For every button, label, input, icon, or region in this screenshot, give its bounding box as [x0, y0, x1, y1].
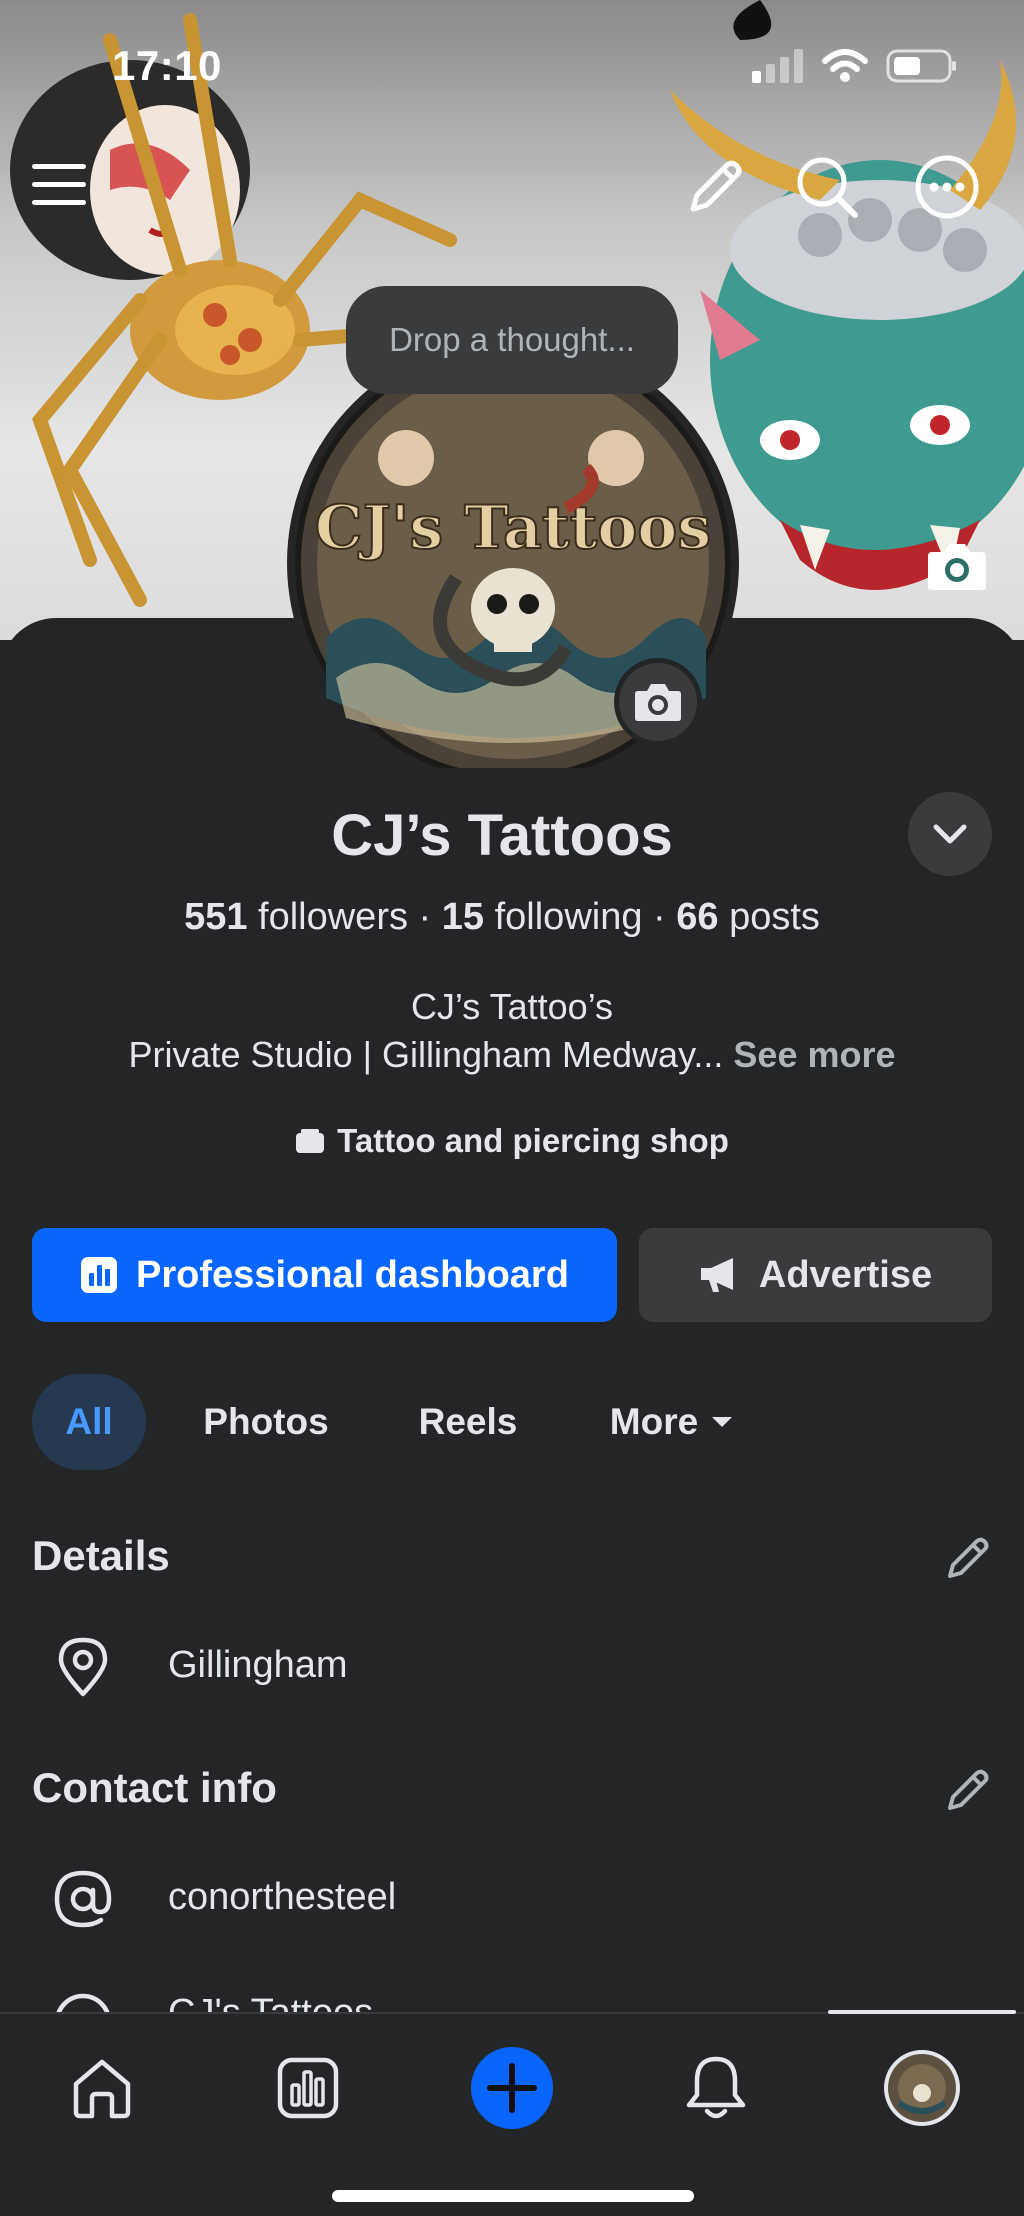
- edit-contact-pencil-icon[interactable]: [940, 1762, 996, 1818]
- contact-username-row: conorthesteel: [0, 1854, 1024, 1944]
- nav-create-icon[interactable]: [468, 2044, 556, 2132]
- professional-dashboard-button[interactable]: Professional dashboard: [32, 1228, 617, 1322]
- contact-partial-text: CJ's Tattoos: [168, 1992, 373, 2012]
- followers-label[interactable]: followers: [258, 896, 408, 938]
- composer-bubble[interactable]: Drop a thought...: [346, 286, 678, 394]
- professional-dashboard-label: Professional dashboard: [136, 1253, 569, 1296]
- home-indicator: [332, 2190, 694, 2202]
- dashboard-icon: [81, 1257, 118, 1293]
- bottom-navigation: [0, 2010, 1024, 2216]
- active-tab-indicator: [828, 2010, 1016, 2014]
- nav-home-icon[interactable]: [58, 2044, 146, 2132]
- status-icons: [752, 48, 958, 84]
- battery-icon: [886, 49, 956, 83]
- more-icon[interactable]: [912, 152, 982, 222]
- details-heading: Details: [32, 1532, 170, 1579]
- bio-line-2: Private Studio | Gillingham Medway... Se…: [0, 1034, 1024, 1076]
- following-count[interactable]: 15: [442, 896, 484, 938]
- category-text: Tattoo and piercing shop: [337, 1122, 729, 1159]
- tab-reels[interactable]: Reels: [400, 1374, 536, 1470]
- contact-username-text[interactable]: conorthesteel: [168, 1876, 396, 1919]
- profile-stats: 551 followers · 15 following · 66 posts: [0, 896, 1004, 939]
- see-more-link[interactable]: See more: [733, 1034, 895, 1075]
- status-bar: 17:10: [0, 0, 1024, 130]
- bio-line-1: CJ’s Tattoo’s: [410, 986, 614, 1027]
- stats-separator: ·: [418, 896, 432, 938]
- search-icon[interactable]: [794, 154, 860, 220]
- cover-camera-icon[interactable]: [918, 532, 996, 600]
- tab-all[interactable]: All: [32, 1374, 146, 1470]
- bio-text: Private Studio | Gillingham Medway...: [128, 1034, 724, 1075]
- top-action-bar: [0, 150, 1024, 240]
- posts-count: 66: [676, 896, 719, 938]
- nav-profile-avatar[interactable]: [878, 2044, 966, 2132]
- location-text: Gillingham: [168, 1644, 348, 1686]
- page-title: CJ’s Tattoos: [331, 803, 673, 868]
- nav-notifications-icon[interactable]: [672, 2044, 760, 2132]
- edit-details-pencil-icon[interactable]: [940, 1530, 996, 1586]
- menu-icon[interactable]: [28, 154, 90, 216]
- shop-icon: [296, 1129, 325, 1153]
- caret-down-icon: [712, 1417, 733, 1427]
- status-time: 17:10: [112, 42, 222, 89]
- cellular-signal-icon: [752, 49, 803, 83]
- tab-more[interactable]: More: [590, 1374, 754, 1470]
- messenger-icon: [56, 1993, 110, 2012]
- avatar-camera-icon[interactable]: [614, 658, 702, 746]
- tab-photos[interactable]: Photos: [186, 1374, 346, 1470]
- following-label[interactable]: following: [495, 896, 643, 938]
- advertise-button[interactable]: Advertise: [639, 1228, 992, 1322]
- wifi-icon: [822, 49, 868, 82]
- category-label: Tattoo and piercing shop: [0, 1122, 1024, 1160]
- nav-dashboard-icon[interactable]: [264, 2044, 352, 2132]
- followers-count[interactable]: 551: [184, 896, 247, 938]
- contact-info-heading: Contact info: [32, 1764, 277, 1811]
- content-tabs: All Photos Reels More: [0, 1374, 1024, 1470]
- megaphone-icon: [700, 1258, 733, 1292]
- details-location-row: Gillingham: [0, 1622, 1024, 1712]
- pencil-icon[interactable]: [682, 154, 748, 220]
- contact-partial-row: CJ's Tattoos: [0, 1992, 1024, 2012]
- avatar-logo-text: CJ's Tattoos: [315, 493, 711, 563]
- tab-more-label: More: [609, 1401, 699, 1442]
- advertise-label: Advertise: [758, 1253, 933, 1296]
- posts-label: posts: [729, 896, 820, 938]
- at-sign-icon: [50, 1854, 116, 1944]
- location-pin-icon: [50, 1622, 116, 1712]
- stats-separator: ·: [653, 896, 666, 938]
